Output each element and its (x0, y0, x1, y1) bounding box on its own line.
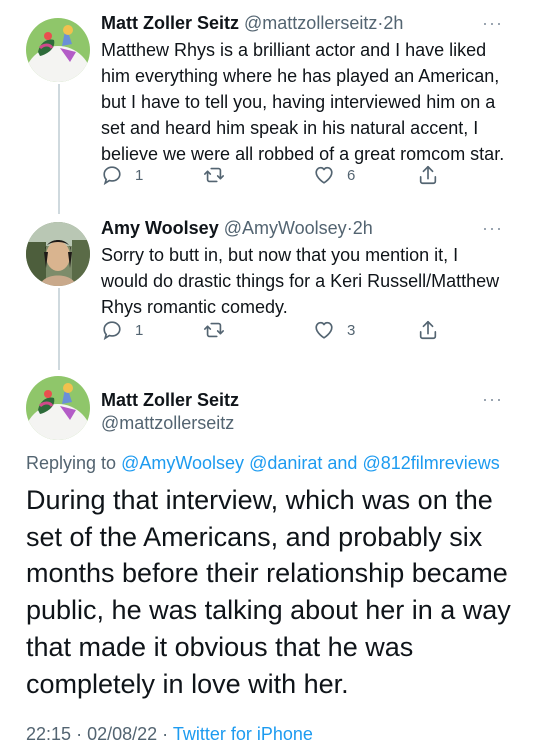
author-handle[interactable]: @mattzollerseitz (101, 411, 234, 435)
heart-icon (313, 319, 335, 341)
more-icon[interactable]: ··· (482, 219, 503, 237)
tweet-line: public, he was talking about her in a wa… (26, 595, 511, 626)
tweet-date[interactable]: 02/08/22 (87, 724, 157, 744)
replying-label: Replying to (26, 453, 117, 473)
tweet-line: During that interview, which was on the (26, 485, 493, 515)
tweet-line: but I have to tell you, having interview… (101, 92, 496, 112)
replying-to: Replying to @AmyWoolsey @danirat and @81… (26, 451, 500, 475)
tweet-line: Matthew Rhys is a brilliant actor and I … (101, 40, 487, 60)
tweet-line: months before their relationship became (26, 558, 508, 589)
tweet-header: Matt Zoller Seitz @mattzollerseitz·2h (101, 11, 403, 35)
like-count: 6 (347, 166, 356, 184)
author-name[interactable]: Matt Zoller Seitz (101, 388, 239, 412)
heart-icon (313, 164, 335, 186)
retweet-button[interactable] (202, 164, 238, 186)
reply-button[interactable]: 1 (101, 319, 143, 341)
tweet-header: Amy Woolsey @AmyWoolsey·2h (101, 216, 373, 240)
reply-count: 1 (135, 321, 144, 339)
share-button[interactable] (417, 164, 439, 186)
reply-icon (101, 164, 123, 186)
tweet-actions: 1 6 (101, 164, 441, 190)
mention-link[interactable]: @AmyWoolsey (121, 453, 244, 473)
tweet-source[interactable]: Twitter for iPhone (173, 724, 313, 744)
retweet-button[interactable] (202, 319, 238, 341)
tweet-line: completely in love with her. (26, 668, 349, 699)
share-icon (417, 164, 439, 186)
reply-button[interactable]: 1 (101, 164, 143, 186)
tweet-text: Sorry to butt in, but now that you menti… (101, 242, 499, 320)
retweet-icon (202, 319, 226, 341)
tweet-text: During that interview, which was on the … (26, 482, 526, 702)
tweet-line: him everything where he has played an Am… (101, 66, 500, 86)
avatar[interactable] (26, 376, 90, 440)
share-button[interactable] (417, 319, 439, 341)
author-name[interactable]: Amy Woolsey (101, 218, 219, 238)
author-handle[interactable]: @mattzollerseitz (244, 13, 377, 33)
tweet-line: that made it obvious that he was (26, 631, 414, 662)
tweet-line: set of the Americans, and probably six (26, 521, 483, 552)
thread-line (58, 288, 60, 370)
thread-line (58, 84, 60, 214)
like-button[interactable]: 6 (313, 164, 355, 186)
reply-icon (101, 319, 123, 341)
mention-link[interactable]: @812filmreviews (362, 453, 499, 473)
author-handle[interactable]: @AmyWoolsey (224, 218, 347, 238)
mention-link[interactable]: @danirat (249, 453, 322, 473)
tweet-text: Matthew Rhys is a brilliant actor and I … (101, 37, 504, 167)
tweet-line: would do drastic things for a Keri Russe… (101, 271, 500, 291)
retweet-icon (202, 164, 226, 186)
mention-and[interactable]: and (327, 453, 357, 473)
avatar[interactable] (26, 222, 90, 286)
more-icon[interactable]: ··· (482, 14, 503, 32)
separator: · (162, 724, 169, 744)
tweet-time[interactable]: 2h (383, 13, 403, 33)
tweet-line: Sorry to butt in, but now that you menti… (101, 245, 459, 265)
avatar[interactable] (26, 18, 90, 82)
reply-count: 1 (135, 166, 144, 184)
more-icon[interactable]: ··· (482, 390, 503, 408)
tweet-time[interactable]: 22:15 (26, 724, 71, 744)
separator: · (76, 724, 83, 744)
tweet-actions: 1 3 (101, 319, 441, 345)
like-count: 3 (347, 321, 356, 339)
share-icon (417, 319, 439, 341)
tweet-line: Rhys romantic comedy. (101, 297, 288, 317)
author-name[interactable]: Matt Zoller Seitz (101, 13, 239, 33)
like-button[interactable]: 3 (313, 319, 355, 341)
tweet-time[interactable]: 2h (353, 218, 373, 238)
tweet-footer: 22:15 · 02/08/22 · Twitter for iPhone (26, 722, 313, 746)
tweet-line: set and heard him speak in his natural a… (101, 118, 479, 138)
